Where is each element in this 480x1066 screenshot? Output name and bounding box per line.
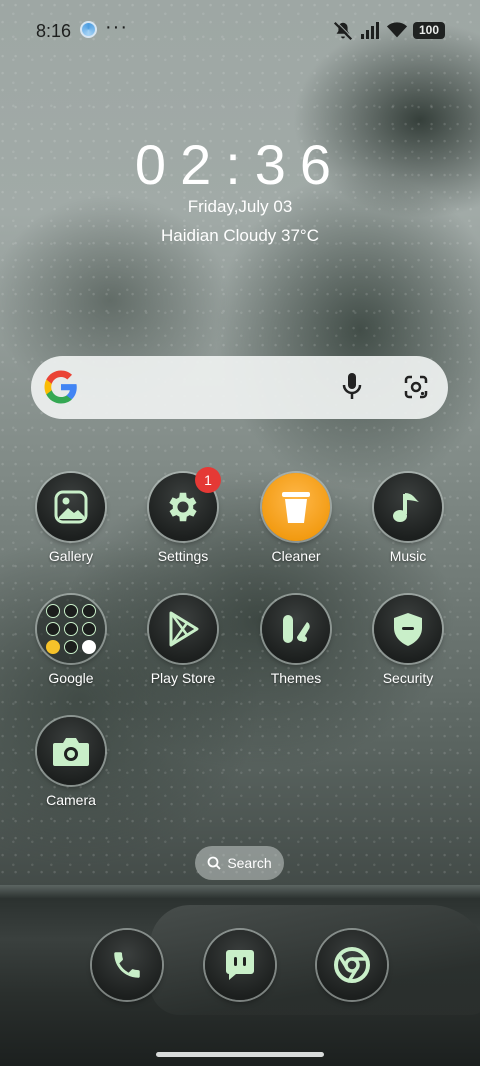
app-cleaner[interactable]: Cleaner <box>246 473 346 564</box>
google-logo-icon <box>44 370 77 404</box>
battery-icon: 100 <box>413 22 445 39</box>
app-gallery[interactable]: Gallery <box>21 473 121 564</box>
window-frame <box>0 885 480 899</box>
mic-icon[interactable] <box>341 372 363 402</box>
app-label: Security <box>382 670 434 686</box>
search-pill-label: Search <box>227 855 272 871</box>
app-label: Music <box>389 548 427 564</box>
app-notification-icon <box>80 21 97 38</box>
messages-icon[interactable] <box>205 930 275 1000</box>
wallpaper-pillow <box>150 905 480 1015</box>
status-time: 8:16 <box>36 21 72 41</box>
clock-time[interactable]: 02:36 <box>0 132 480 197</box>
app-label: Themes <box>270 670 322 686</box>
play-store-icon <box>149 595 217 663</box>
app-themes[interactable]: Themes <box>246 595 346 686</box>
phone-icon[interactable] <box>92 930 162 1000</box>
notification-badge: 1 <box>195 467 221 493</box>
app-label: Settings <box>157 548 209 564</box>
google-search-bar[interactable] <box>31 356 448 419</box>
shield-icon <box>374 595 442 663</box>
app-security[interactable]: Security <box>358 595 458 686</box>
app-music[interactable]: Music <box>358 473 458 564</box>
gear-icon: 1 <box>149 467 221 541</box>
folder-icon <box>37 595 105 663</box>
status-bar: 8:16 ··· 100 <box>0 0 480 60</box>
clock-date[interactable]: Friday,July 03 <box>0 197 480 217</box>
signal-icon <box>361 22 379 39</box>
trash-icon <box>262 473 330 541</box>
google-lens-icon[interactable] <box>403 374 429 400</box>
app-label: Cleaner <box>271 548 321 564</box>
music-note-icon <box>374 473 442 541</box>
more-notifications-icon: ··· <box>105 16 128 38</box>
chrome-icon[interactable] <box>317 930 387 1000</box>
app-search-pill[interactable]: Search <box>195 846 284 880</box>
app-google-folder[interactable]: Google <box>21 595 121 686</box>
mute-icon <box>333 21 353 41</box>
app-play-store[interactable]: Play Store <box>133 595 233 686</box>
search-icon <box>207 856 221 870</box>
app-settings[interactable]: 1 Settings <box>133 467 233 564</box>
app-label: Camera <box>46 792 96 808</box>
camera-icon <box>37 717 105 785</box>
app-label: Google <box>48 670 94 686</box>
home-gesture-bar[interactable] <box>156 1052 324 1057</box>
wifi-icon <box>386 22 408 38</box>
app-label: Play Store <box>150 670 216 686</box>
gallery-icon <box>37 473 105 541</box>
app-label: Gallery <box>48 548 94 564</box>
app-camera[interactable]: Camera <box>21 717 121 808</box>
weather-info[interactable]: Haidian Cloudy 37°C <box>0 226 480 246</box>
themes-icon <box>262 595 330 663</box>
